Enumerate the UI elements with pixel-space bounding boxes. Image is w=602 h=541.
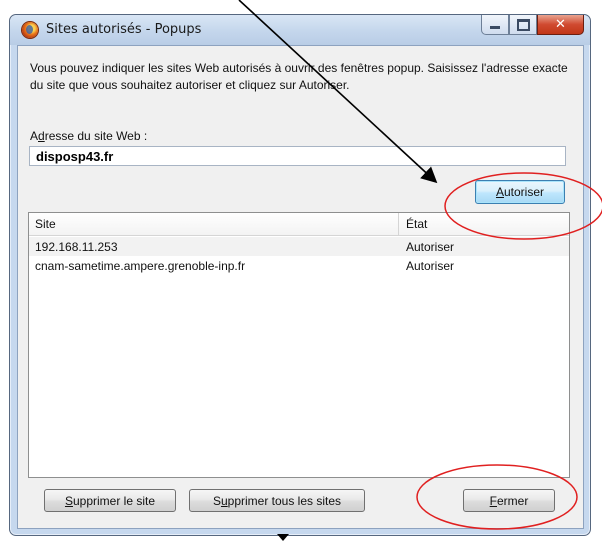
- column-state[interactable]: État: [406, 217, 427, 231]
- close-label: ermer: [497, 493, 529, 508]
- close-button[interactable]: Fermer: [463, 489, 555, 512]
- row-site: cnam-sametime.ampere.grenoble-inp.fr: [35, 259, 246, 273]
- close-accesskey: F: [489, 493, 497, 508]
- authorize-label: utoriser: [504, 185, 545, 199]
- row-state: Autoriser: [406, 240, 455, 254]
- window-title: Sites autorisés - Popups: [46, 22, 202, 37]
- close-window-button[interactable]: ✕: [537, 15, 584, 35]
- authorize-accesskey: A: [495, 185, 504, 199]
- authorize-button[interactable]: Autoriser: [475, 180, 565, 204]
- list-header: Site État: [29, 213, 569, 236]
- title-bar: Sites autorisés - Popups ✕: [10, 15, 590, 45]
- row-site: 192.168.11.253: [35, 240, 118, 254]
- row-state: Autoriser: [406, 259, 455, 273]
- maximize-button[interactable]: [509, 15, 537, 35]
- window-controls: ✕: [481, 15, 584, 35]
- remove-all-first: S: [212, 493, 221, 508]
- description-text: Vous pouvez indiquer les sites Web autor…: [30, 61, 568, 92]
- table-row[interactable]: 192.168.11.253 Autoriser: [29, 237, 569, 256]
- firefox-icon: [22, 22, 38, 38]
- dialog-content: Vous pouvez indiquer les sites Web autor…: [17, 45, 584, 529]
- minimize-icon: [490, 26, 500, 29]
- table-row[interactable]: cnam-sametime.ampere.grenoble-inp.fr Aut…: [29, 256, 569, 275]
- popup-sites-dialog: Sites autorisés - Popups ✕ Vous pouvez i…: [9, 14, 591, 536]
- remove-site-button[interactable]: Supprimer le site: [44, 489, 176, 512]
- column-site[interactable]: Site: [35, 217, 56, 231]
- remove-all-label: pprimer tous les sites: [227, 493, 342, 508]
- address-label-accesskey: d: [38, 129, 45, 143]
- column-divider: [398, 213, 399, 235]
- address-input[interactable]: [29, 146, 566, 166]
- maximize-icon: [516, 18, 530, 31]
- remove-site-label: upprimer le site: [72, 493, 156, 508]
- minimize-button[interactable]: [481, 15, 509, 35]
- address-label-rest: resse du site Web :: [44, 129, 148, 143]
- remove-all-sites-button[interactable]: Su pprimer tous les sites: [189, 489, 365, 512]
- close-icon: ✕: [555, 17, 566, 32]
- remove-all-accesskey: u: [220, 493, 228, 508]
- sites-list[interactable]: Site État 192.168.11.253 Autoriser cnam-…: [28, 212, 570, 478]
- address-label: Adresse du site Web :: [30, 129, 147, 143]
- remove-site-accesskey: S: [64, 493, 73, 508]
- address-label-first: A: [30, 129, 39, 143]
